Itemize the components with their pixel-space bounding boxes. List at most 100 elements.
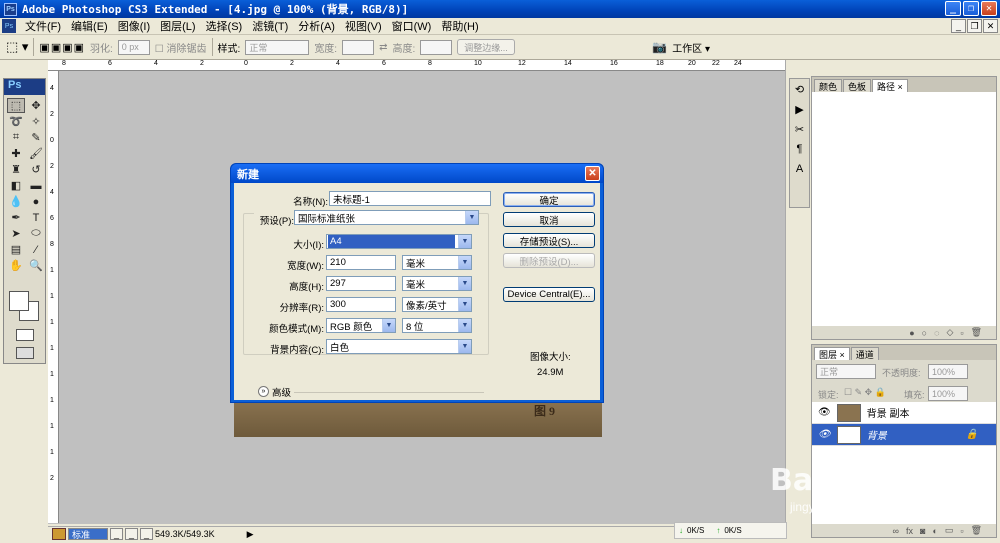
lock-icons[interactable]: ☐ ✎ ✥ 🔒 <box>844 387 886 398</box>
doc-close-button[interactable]: ✕ <box>983 19 998 33</box>
status-btn[interactable]: _ <box>110 528 124 540</box>
notes-tool-icon[interactable]: ▤ <box>7 242 25 257</box>
feather-input[interactable]: 0 px <box>117 39 150 55</box>
tab-layers[interactable]: 图层 × <box>814 347 850 360</box>
new-group-icon[interactable]: ▭ <box>945 525 954 536</box>
fill-input[interactable]: 100% <box>928 386 968 401</box>
pen-tool-icon[interactable]: ✒ <box>7 210 25 225</box>
refine-edge-button[interactable]: 调整边缘... <box>457 39 515 55</box>
swap-icon[interactable]: ⇄ <box>379 42 387 53</box>
workspace-menu[interactable]: 工作区 ▾ <box>672 40 710 55</box>
save-preset-button[interactable]: 存储预设(S)... <box>503 233 595 248</box>
background-select[interactable]: 白色 ▼ <box>326 339 472 354</box>
new-path-icon[interactable]: ▫ <box>960 328 963 338</box>
minimize-button[interactable]: _ <box>945 1 961 16</box>
dialog-close-button[interactable]: ✕ <box>585 166 600 181</box>
zoom-tool-icon[interactable]: 🔍 <box>27 258 45 273</box>
shape-tool-icon[interactable]: ⬭ <box>27 226 45 241</box>
marquee-tool-preset-icon[interactable]: ⬚ ▾ <box>6 39 28 55</box>
hand-tool-icon[interactable]: ✋ <box>7 258 25 273</box>
foreground-color-swatch[interactable] <box>9 291 29 311</box>
style-select[interactable]: 正常 <box>245 39 310 55</box>
character-icon[interactable]: A <box>790 161 809 177</box>
status-btn[interactable]: _ <box>140 528 154 540</box>
menu-layer[interactable]: 图层(L) <box>155 18 200 34</box>
menu-view[interactable]: 视图(V) <box>340 18 387 34</box>
name-input[interactable]: 未标题-1 <box>329 191 491 206</box>
width-unit-select[interactable]: 毫米 ▼ <box>402 255 472 270</box>
bit-depth-select[interactable]: 8 位 ▼ <box>402 318 472 333</box>
document-image[interactable]: 图 9 <box>234 400 602 437</box>
path-select-icon[interactable]: ➤ <box>7 226 25 241</box>
blend-mode-select[interactable]: 正常 <box>816 364 876 379</box>
zoom-level[interactable]: 标准 <box>68 528 108 540</box>
cancel-button[interactable]: 取消 <box>503 212 595 227</box>
size-select[interactable]: A4 ▼ <box>326 234 472 249</box>
ok-button[interactable]: 确定 <box>503 192 595 207</box>
menu-window[interactable]: 窗口(W) <box>387 18 437 34</box>
magic-wand-icon[interactable]: ✧ <box>27 114 45 129</box>
tab-paths[interactable]: 路径 × <box>872 79 908 92</box>
advanced-label[interactable]: 高级 <box>272 385 291 399</box>
layer-row[interactable]: 👁 背景 副本 <box>812 402 996 424</box>
visibility-eye-icon[interactable]: 👁 <box>818 429 831 440</box>
visibility-eye-icon[interactable]: 👁 <box>818 407 831 418</box>
tab-channels[interactable]: 通道 <box>850 347 879 360</box>
restore-button[interactable]: ❐ <box>963 1 979 16</box>
eyedropper-icon[interactable]: ⁄ <box>27 242 45 257</box>
document-icon[interactable]: Ps <box>2 19 16 33</box>
layer-mask-icon[interactable]: ◙ <box>920 526 925 536</box>
preset-select[interactable]: 国际标准纸张 ▼ <box>294 210 479 225</box>
marquee-tool-icon[interactable]: ⬚ <box>7 98 25 113</box>
make-path-icon[interactable]: ◇ <box>946 327 953 338</box>
close-button[interactable]: ✕ <box>981 1 997 16</box>
device-central-button[interactable]: Device Central(E)... <box>503 287 595 302</box>
height-input[interactable] <box>420 39 453 55</box>
resolution-input[interactable]: 300 <box>326 297 396 312</box>
layer-row[interactable]: 👁 背景 🔒 <box>812 424 996 446</box>
menu-help[interactable]: 帮助(H) <box>436 18 483 34</box>
width-input[interactable]: 210 <box>326 255 396 270</box>
screen-mode-icon[interactable] <box>16 347 34 359</box>
dodge-tool-icon[interactable]: ● <box>27 194 45 209</box>
tab-swatches[interactable]: 色板 <box>843 79 872 92</box>
history-icon[interactable]: ⟲ <box>790 81 809 97</box>
menu-analysis[interactable]: 分析(A) <box>293 18 340 34</box>
delete-layer-icon[interactable]: 🗑 <box>971 525 982 536</box>
gradient-tool-icon[interactable]: ▬ <box>27 178 45 193</box>
camera-icon[interactable]: 📷 <box>652 40 667 54</box>
crop-tool-icon[interactable]: ⌗ <box>7 130 25 145</box>
quick-mask-icon[interactable] <box>16 329 34 341</box>
antialias-checkbox[interactable]: ☐ 消除锯齿 <box>155 40 207 55</box>
height-input[interactable]: 297 <box>326 276 396 291</box>
color-mode-select[interactable]: RGB 颜色 ▼ <box>326 318 396 333</box>
layer-style-icon[interactable]: fx <box>906 526 913 536</box>
lasso-tool-icon[interactable]: ➰ <box>7 114 25 129</box>
status-btn[interactable]: _ <box>125 528 139 540</box>
healing-brush-icon[interactable]: ✚ <box>7 146 25 161</box>
brush-tool-icon[interactable]: 🖌 <box>27 146 45 161</box>
menu-select[interactable]: 选择(S) <box>201 18 248 34</box>
tab-color[interactable]: 颜色 <box>814 79 843 92</box>
advanced-toggle-icon[interactable]: » <box>258 386 269 397</box>
tool-presets-icon[interactable]: ✂ <box>790 121 809 137</box>
resolution-unit-select[interactable]: 像素/英寸 ▼ <box>402 297 472 312</box>
stroke-path-icon[interactable]: ○ <box>922 328 927 338</box>
menu-file[interactable]: 文件(F) <box>20 18 66 34</box>
doc-minimize-button[interactable]: _ <box>951 19 966 33</box>
blur-tool-icon[interactable]: 💧 <box>7 194 25 209</box>
clone-stamp-icon[interactable]: ♜ <box>7 162 25 177</box>
doc-restore-button[interactable]: ❐ <box>967 19 982 33</box>
adjustment-layer-icon[interactable]: ◐ <box>932 526 937 536</box>
selection-mode-icons[interactable]: ▣▣▣▣ <box>39 41 85 54</box>
slice-tool-icon[interactable]: ✎ <box>27 130 45 145</box>
delete-path-icon[interactable]: 🗑 <box>971 327 982 338</box>
paragraph-icon[interactable]: ¶ <box>790 141 809 157</box>
actions-icon[interactable]: ▶ <box>790 101 809 117</box>
menu-edit[interactable]: 编辑(E) <box>66 18 113 34</box>
load-selection-icon[interactable]: ◌ <box>934 328 939 338</box>
link-layers-icon[interactable]: ∞ <box>893 526 899 536</box>
move-tool-icon[interactable]: ✥ <box>27 98 45 113</box>
menu-image[interactable]: 图像(I) <box>113 18 155 34</box>
type-tool-icon[interactable]: T <box>27 210 45 225</box>
